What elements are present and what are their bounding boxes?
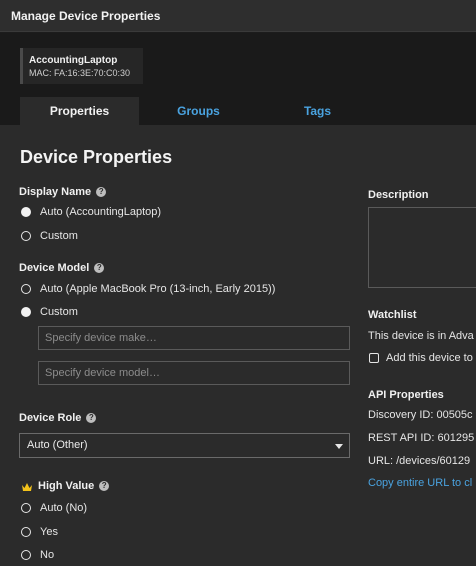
device-mac: MAC: FA:16:3E:70:C0:30: [29, 68, 131, 78]
tab-tags[interactable]: Tags: [258, 97, 377, 125]
radio-icon: [21, 284, 31, 294]
device-model-label: Device Model?: [19, 262, 105, 274]
api-url: URL: /devices/60129: [368, 455, 471, 467]
device-role-select[interactable]: Auto (Other): [19, 433, 350, 458]
radio-icon: [21, 503, 31, 513]
help-icon[interactable]: ?: [96, 187, 107, 197]
device-role-value: Auto (Other): [27, 439, 88, 451]
tab-properties[interactable]: Properties: [20, 97, 139, 125]
description-textarea[interactable]: [368, 207, 476, 288]
help-icon[interactable]: ?: [94, 263, 105, 273]
api-properties-label: API Properties: [368, 389, 444, 401]
device-make-field[interactable]: [38, 326, 350, 350]
watchlist-status: This device is in Adva: [368, 330, 474, 342]
description-label: Description: [368, 189, 429, 201]
watchlist-checkbox-label: Add this device to: [386, 352, 473, 364]
help-icon[interactable]: ?: [86, 413, 97, 423]
watchlist-checkbox[interactable]: [369, 353, 379, 363]
crown-icon: [22, 483, 32, 491]
radio-icon: [21, 231, 31, 241]
radio-icon: [21, 550, 31, 560]
title-bar: Manage Device Properties: [0, 0, 476, 32]
radio-selected-icon: [21, 207, 31, 217]
discovery-id: Discovery ID: 00505c: [368, 409, 473, 421]
radio-icon: [21, 527, 31, 537]
device-card: AccountingLaptop MAC: FA:16:3E:70:C0:30: [20, 48, 143, 84]
help-icon[interactable]: ?: [99, 481, 110, 491]
device-model-field[interactable]: [38, 361, 350, 385]
display-name-label: Display Name?: [19, 186, 107, 198]
radio-selected-icon: [21, 307, 31, 317]
device-role-label: Device Role?: [19, 412, 97, 424]
window-title: Manage Device Properties: [11, 9, 161, 23]
watchlist-label: Watchlist: [368, 309, 417, 321]
rest-api-id: REST API ID: 601295: [368, 432, 475, 444]
device-name: AccountingLaptop: [29, 55, 118, 66]
page-title: Device Properties: [20, 147, 173, 167]
tab-groups[interactable]: Groups: [139, 97, 258, 125]
device-make-input[interactable]: [39, 327, 349, 349]
chevron-down-icon: [335, 444, 343, 449]
device-model-input[interactable]: [39, 362, 349, 384]
high-value-label: High Value?: [38, 480, 110, 492]
copy-url-link[interactable]: Copy entire URL to cl: [368, 477, 472, 489]
